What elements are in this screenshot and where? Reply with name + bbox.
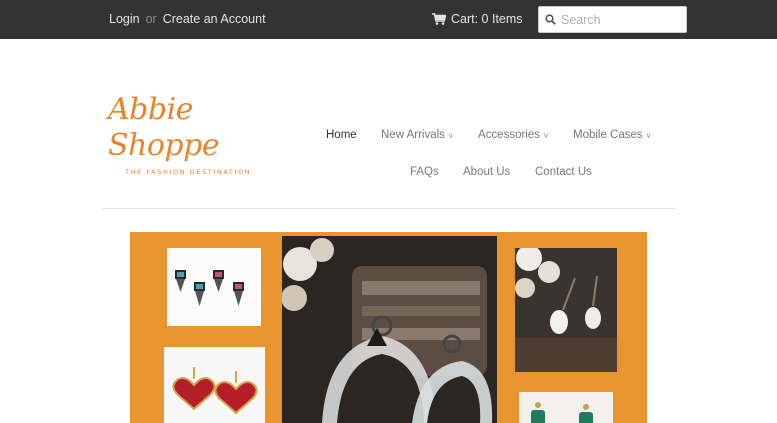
- jewelry-box-photo: [282, 236, 497, 423]
- or-text: or: [145, 12, 157, 26]
- logo-tagline: THE FASHION DESTINATION: [125, 168, 252, 176]
- nav-accessories[interactable]: Accessories ∨: [478, 129, 549, 141]
- account-links: Login or Create an Account: [109, 12, 266, 26]
- logo-name: Abbie Shoppe: [108, 92, 220, 163]
- login-link[interactable]: Login: [109, 12, 140, 26]
- nav-new-arrivals-label: New Arrivals: [381, 129, 445, 141]
- cart-link[interactable]: Cart: 0 Items: [432, 12, 523, 26]
- store-logo[interactable]: Abbie Shoppe THE FASHION DESTINATION: [108, 92, 273, 176]
- nav-about-us[interactable]: About Us: [463, 166, 510, 178]
- nav-mobile-cases[interactable]: Mobile Cases ∨: [573, 129, 652, 141]
- search-box: [538, 6, 687, 33]
- nav-contact-us[interactable]: Contact Us: [535, 166, 592, 178]
- nav-new-arrivals[interactable]: New Arrivals ∨: [381, 129, 454, 141]
- cart-label: Cart: 0 Items: [451, 12, 523, 26]
- nav-accessories-label: Accessories: [478, 129, 540, 141]
- heart-earrings-photo: [164, 347, 265, 423]
- search-icon[interactable]: [545, 14, 556, 25]
- nav-faqs[interactable]: FAQs: [410, 166, 439, 178]
- header-divider: [102, 208, 676, 209]
- search-input[interactable]: [561, 12, 681, 27]
- nav-mobile-cases-label: Mobile Cases: [573, 129, 643, 141]
- shopping-cart-icon: [432, 13, 446, 25]
- chevron-down-icon: ∨: [447, 131, 454, 140]
- top-bar: Login or Create an Account Cart: 0 Items: [0, 0, 777, 39]
- nav-home[interactable]: Home: [326, 129, 357, 141]
- hero-banner[interactable]: [130, 232, 647, 423]
- chevron-down-icon: ∨: [543, 131, 549, 140]
- chevron-down-icon: ∨: [645, 131, 652, 140]
- pearl-earrings-photo: [515, 248, 617, 372]
- earrings-photo-1: [167, 248, 261, 326]
- create-account-link[interactable]: Create an Account: [163, 12, 266, 26]
- green-earrings-photo: [519, 392, 613, 423]
